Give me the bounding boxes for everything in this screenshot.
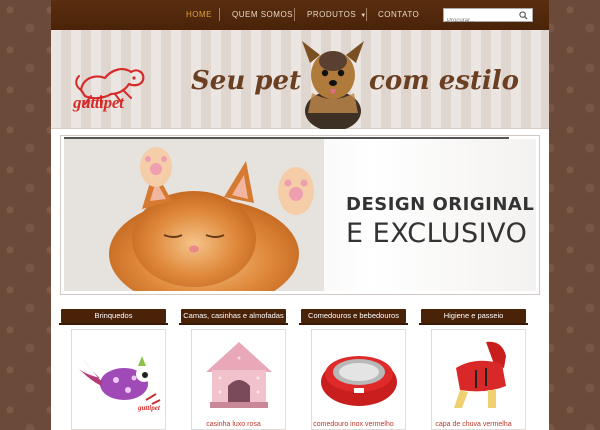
banner-divider — [64, 137, 509, 139]
top-nav: HOME QUEM SOMOS PRODUTOS ▼ CONTATO — [51, 0, 549, 30]
banner-image-area: DESIGN ORIGINAL E EXCLUSIVO — [64, 139, 536, 291]
product-card[interactable] — [311, 329, 406, 430]
category-title[interactable]: Higiene e passeio — [419, 309, 528, 325]
product-card[interactable] — [431, 329, 526, 430]
category-higiene[interactable]: Higiene e passeio capa de chuva vermelha — [419, 309, 528, 430]
search-input[interactable] — [444, 15, 514, 27]
product-caption[interactable]: casinha luxo rosa — [181, 421, 286, 428]
mouse-toy-image — [78, 354, 161, 405]
food-bowl-image — [321, 356, 397, 406]
category-camas[interactable]: Camas, casinhas e almofadas casinha luxo… — [179, 309, 288, 430]
nav-contato[interactable]: CONTATO — [378, 10, 419, 19]
hero-banner[interactable]: DESIGN ORIGINAL E EXCLUSIVO — [60, 135, 540, 295]
nav-separator — [366, 8, 367, 21]
nav-separator — [294, 8, 295, 21]
raincoat-image — [454, 341, 506, 408]
product-card[interactable] — [191, 329, 286, 430]
product-caption[interactable]: capa de chuva vermelha — [421, 421, 526, 428]
tagline-right: com estilo — [369, 66, 520, 96]
nav-quem-somos[interactable]: QUEM SOMOS — [232, 10, 293, 19]
product-card[interactable]: guttipet — [71, 329, 166, 430]
card-logo: guttipet — [138, 404, 160, 412]
nav-home[interactable]: HOME — [186, 10, 212, 19]
category-brinquedos[interactable]: Brinquedos guttipet — [59, 309, 168, 430]
nav-produtos[interactable]: PRODUTOS ▼ — [307, 10, 367, 19]
nav-produtos-label: PRODUTOS — [307, 10, 357, 19]
category-title[interactable]: Comedouros e bebedouros — [299, 309, 408, 325]
banner-headline: DESIGN ORIGINAL — [346, 194, 535, 215]
banner-subheadline: E EXCLUSIVO — [346, 218, 528, 249]
search-icon[interactable] — [519, 11, 528, 20]
site-header: guttipet Seu pet com estilo — [51, 30, 549, 129]
yorkie-dog-image — [302, 41, 364, 129]
search-box — [443, 8, 533, 27]
tagline-left: Seu pet — [191, 66, 302, 96]
logo-text: guttipet — [73, 93, 124, 112]
category-comedouros[interactable]: Comedouros e bebedouros comedouro inox v… — [299, 309, 408, 430]
nav-separator — [219, 8, 220, 21]
page: HOME QUEM SOMOS PRODUTOS▼ CONTATO guttip… — [51, 0, 549, 430]
kitten-image — [64, 139, 324, 291]
pet-house-image — [206, 342, 272, 408]
category-title[interactable]: Brinquedos — [59, 309, 168, 325]
product-caption[interactable]: comedouro inox vermelho — [301, 421, 406, 428]
category-title[interactable]: Camas, casinhas e almofadas — [179, 309, 288, 325]
